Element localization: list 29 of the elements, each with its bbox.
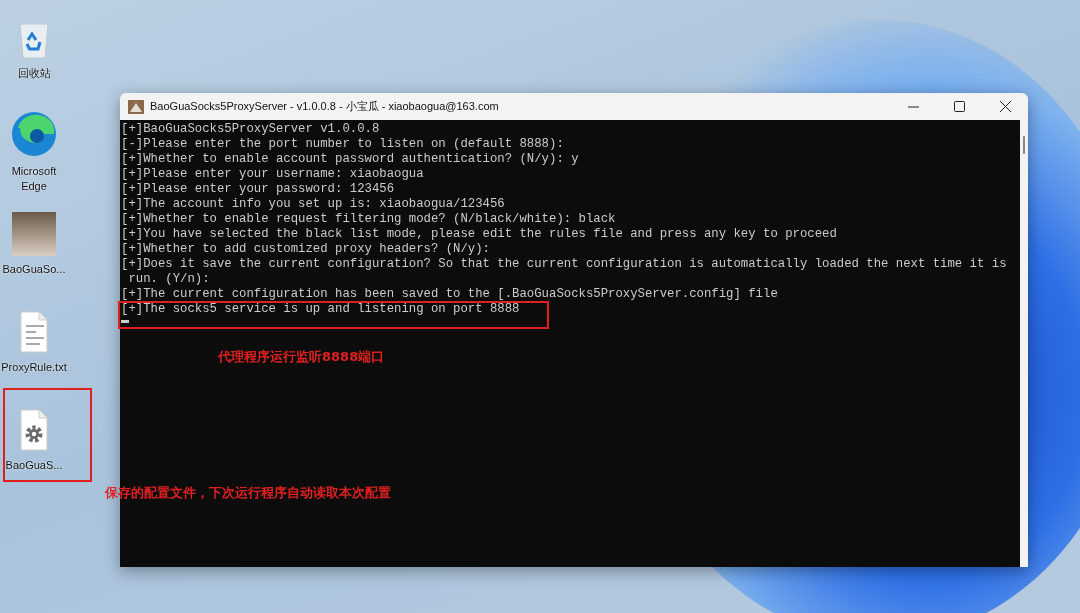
console-line: run. (Y/n): (127, 272, 210, 287)
console-line: [+]Please enter your password: 123456 (121, 182, 395, 197)
scrollbar[interactable] (1020, 120, 1028, 567)
annotation-text: 代理程序运行监听8888端口 (218, 348, 385, 366)
icon-label[interactable]: ProxyRule.txt (0, 360, 70, 375)
icon-label[interactable]: BaoGuaSo... (0, 262, 70, 277)
console-line: [+]Whether to enable account password authentication? (N/y): y (121, 152, 579, 167)
console-line: [-]Please enter the port number to listen on (default 8888): (121, 137, 564, 152)
icon-label[interactable]: 回收站 (0, 66, 70, 81)
icon-label[interactable]: Microsoft Edge (0, 164, 70, 194)
minimize-icon (907, 105, 919, 108)
console-line: [+]The current configuration has been saved to the [.BaoGuaSocks5ProxyServer.config] file (121, 287, 778, 302)
app-icon (128, 99, 144, 114)
console-line: [+]The account info you set up is: xiaobaogua/123456 (121, 197, 505, 212)
console-line: [+]Please enter your username: xiaobaogua (121, 167, 424, 182)
console-line: [+]BaoGuaSocks5ProxyServer v1.0.0.8 (121, 122, 380, 137)
console-line: [+]The socks5 service is up and listening on port 8888 (121, 302, 520, 317)
console-line: [+]You have selected the black list mode, please edit the rules file and press any key to proceed (121, 227, 837, 242)
text-cursor (121, 320, 129, 323)
icon-label[interactable]: BaoGuaS... (0, 458, 70, 473)
photo-placeholder (12, 212, 56, 256)
console-line: [+]Whether to enable request filtering mode? (N/black/white): black (121, 212, 616, 227)
console-line: [+]Whether to add customized proxy headers? (N/y): (121, 242, 490, 257)
edge-icon (10, 110, 58, 158)
console-line: [+]Does it save the current configuration? So that the current configuration is automatically loaded the next time it is (121, 257, 1007, 272)
scrollbar-thumb[interactable] (1023, 136, 1025, 154)
maximize-icon (953, 101, 965, 112)
window-title: BaoGuaSocks5ProxyServer - v1.0.0.8 - 小宝瓜 - xiaobaogua@163.com (150, 99, 500, 114)
close-icon (999, 101, 1011, 112)
